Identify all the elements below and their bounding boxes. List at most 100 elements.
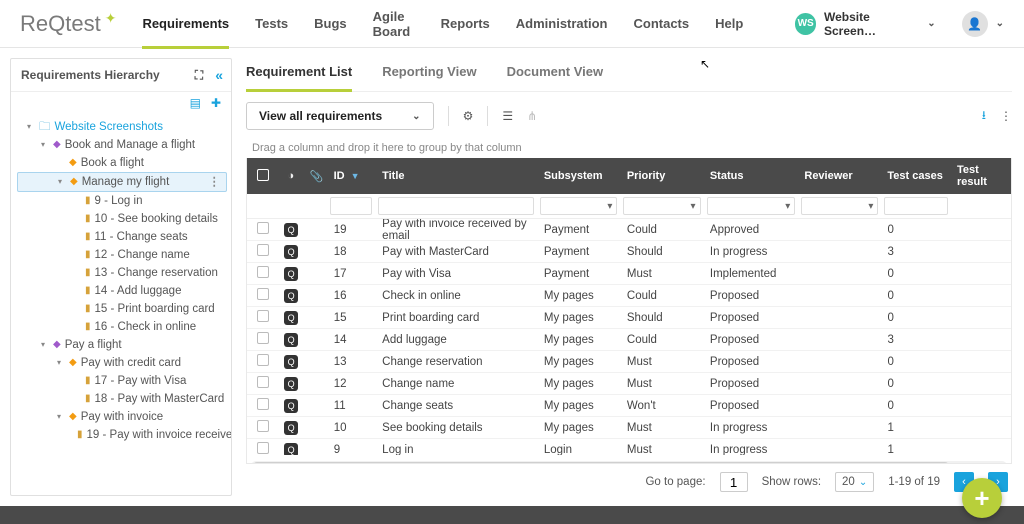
row-checkbox[interactable] <box>257 332 269 344</box>
preview-icon[interactable]: Q <box>284 377 298 391</box>
grid-filter-row: ▾ ▾ ▾ ▾ <box>247 194 1011 219</box>
tree-manage-flight[interactable]: ▾◆ Manage my flight⋮ <box>17 172 227 192</box>
table-row[interactable]: Q14Add luggageMy pagesCouldProposed3 <box>247 329 1011 351</box>
group-by-hint[interactable]: Drag a column and drop it here to group … <box>246 138 1012 158</box>
tree-book-flight[interactable]: ◆ Book a flight <box>17 154 227 172</box>
nav-administration[interactable]: Administration <box>516 0 608 48</box>
preview-icon[interactable]: Q <box>284 443 298 456</box>
settings-icon[interactable]: ⚙ <box>463 109 474 123</box>
row-checkbox[interactable] <box>257 288 269 300</box>
sidebar-title: Requirements Hierarchy <box>21 68 160 82</box>
columns-icon[interactable]: ☰ <box>502 109 513 123</box>
tree-leaf[interactable]: ▮ 16 - Check in online <box>17 318 227 336</box>
avatar-icon: 👤 <box>962 11 988 37</box>
collapse-sidebar-button[interactable]: « <box>215 67 223 83</box>
preview-icon[interactable]: Q <box>284 223 298 237</box>
tree-pay-credit[interactable]: ▾◆ Pay with credit card <box>17 354 227 372</box>
user-menu[interactable]: 👤 ⌄ <box>962 11 1004 37</box>
preview-icon[interactable]: Q <box>284 289 298 303</box>
table-row[interactable]: Q17Pay with VisaPaymentMustImplemented0 <box>247 263 1011 285</box>
rows-per-page-select[interactable]: 20⌄ <box>835 472 874 492</box>
tree-leaf[interactable]: ▮ 15 - Print boarding card <box>17 300 227 318</box>
table-row[interactable]: Q13Change reservationMy pagesMustPropose… <box>247 351 1011 373</box>
preview-icon[interactable]: Q <box>284 421 298 435</box>
tree-pay-flight[interactable]: ▾◆ Pay a flight <box>17 336 227 354</box>
filter-status[interactable]: ▾ <box>707 197 796 215</box>
row-checkbox[interactable] <box>257 376 269 388</box>
goto-page-input[interactable] <box>720 472 748 492</box>
col-priority[interactable]: Priority <box>621 164 704 188</box>
row-checkbox[interactable] <box>257 266 269 278</box>
add-item-icon[interactable]: ✚ <box>211 96 221 110</box>
add-page-icon[interactable]: ▤ <box>190 96 201 110</box>
tree-leaf[interactable]: ▮ 12 - Change name <box>17 246 227 264</box>
row-checkbox[interactable] <box>257 398 269 410</box>
col-testcases[interactable]: Test cases <box>881 164 951 188</box>
tree-leaf[interactable]: ▮ 9 - Log in <box>17 192 227 210</box>
nav-agile-board[interactable]: Agile Board <box>373 0 415 48</box>
tree-leaf[interactable]: ▮ 14 - Add luggage <box>17 282 227 300</box>
preview-icon[interactable]: Q <box>284 399 298 413</box>
tree-leaf[interactable]: ▮ 19 - Pay with invoice receive <box>17 426 227 444</box>
row-checkbox[interactable] <box>257 442 269 454</box>
table-row[interactable]: Q19Pay with invoice received by emailPay… <box>247 219 1011 241</box>
filter-icon[interactable]: ⋔ <box>527 109 537 123</box>
table-row[interactable]: Q18Pay with MasterCardPaymentShouldIn pr… <box>247 241 1011 263</box>
filter-subsystem[interactable]: ▾ <box>540 197 617 215</box>
app-footer <box>0 506 1024 524</box>
table-row[interactable]: Q10See booking detailsMy pagesMustIn pro… <box>247 417 1011 439</box>
content-area: Requirement List Reporting View Document V… <box>232 48 1024 506</box>
nav-requirements[interactable]: Requirements <box>142 0 229 48</box>
view-filter-dropdown[interactable]: View all requirements⌄ <box>246 102 434 130</box>
project-switcher[interactable]: WS Website Screen… ⌄ <box>795 10 935 38</box>
nav-contacts[interactable]: Contacts <box>634 0 690 48</box>
table-row[interactable]: Q12Change nameMy pagesMustProposed0 <box>247 373 1011 395</box>
row-checkbox[interactable] <box>257 354 269 366</box>
nav-help[interactable]: Help <box>715 0 743 48</box>
filter-priority[interactable]: ▾ <box>623 197 700 215</box>
col-subsystem[interactable]: Subsystem <box>538 164 621 188</box>
tree-book-manage[interactable]: ▾◆ Book and Manage a flight <box>17 136 227 154</box>
tab-document-view[interactable]: Document View <box>507 54 604 91</box>
tree-leaf[interactable]: ▮ 11 - Change seats <box>17 228 227 246</box>
tab-reporting-view[interactable]: Reporting View <box>382 54 476 91</box>
col-reviewer[interactable]: Reviewer <box>798 164 881 188</box>
filter-testcases[interactable] <box>884 197 948 215</box>
col-testresult[interactable]: Test result <box>951 158 1011 194</box>
nav-reports[interactable]: Reports <box>441 0 490 48</box>
preview-icon[interactable]: Q <box>284 333 298 347</box>
select-all-checkbox[interactable] <box>257 169 269 181</box>
nav-bugs[interactable]: Bugs <box>314 0 347 48</box>
export-icon[interactable]: ⭳ <box>982 106 986 127</box>
add-fab-button[interactable]: + <box>962 478 1002 518</box>
row-checkbox[interactable] <box>257 222 269 234</box>
more-icon[interactable]: ⋮ <box>1000 109 1012 123</box>
row-checkbox[interactable] <box>257 420 269 432</box>
table-row[interactable]: Q16Check in onlineMy pagesCouldProposed0 <box>247 285 1011 307</box>
filter-id[interactable] <box>330 197 372 215</box>
tree-root[interactable]: ▾🗀 Website Screenshots <box>17 118 227 136</box>
row-checkbox[interactable] <box>257 310 269 322</box>
preview-icon[interactable]: Q <box>284 267 298 281</box>
preview-icon[interactable]: Q <box>284 245 298 259</box>
preview-icon[interactable]: Q <box>284 311 298 325</box>
tree-pay-invoice[interactable]: ▾◆ Pay with invoice <box>17 408 227 426</box>
table-row[interactable]: Q9Log inLoginMustIn progress1 <box>247 439 1011 455</box>
preview-icon[interactable]: Q <box>284 355 298 369</box>
filter-title[interactable] <box>378 197 534 215</box>
nav-tests[interactable]: Tests <box>255 0 288 48</box>
tree-leaf[interactable]: ▮ 10 - See booking details <box>17 210 227 228</box>
col-title[interactable]: Title <box>376 164 538 188</box>
filter-reviewer[interactable]: ▾ <box>801 197 878 215</box>
col-id[interactable]: ID▼ <box>328 164 376 188</box>
tree-leaf[interactable]: ▮ 17 - Pay with Visa <box>17 372 227 390</box>
tree-leaf[interactable]: ▮ 18 - Pay with MasterCard <box>17 390 227 408</box>
fullscreen-icon[interactable]: ⛶ <box>195 68 203 83</box>
col-status[interactable]: Status <box>704 164 799 188</box>
table-row[interactable]: Q15Print boarding cardMy pagesShouldProp… <box>247 307 1011 329</box>
tab-requirement-list[interactable]: Requirement List <box>246 54 352 92</box>
table-row[interactable]: Q11Change seatsMy pagesWon'tProposed0 <box>247 395 1011 417</box>
row-checkbox[interactable] <box>257 244 269 256</box>
tree-leaf[interactable]: ▮ 13 - Change reservation <box>17 264 227 282</box>
hierarchy-tree[interactable]: ▾🗀 Website Screenshots▾◆ Book and Manage… <box>11 114 231 495</box>
